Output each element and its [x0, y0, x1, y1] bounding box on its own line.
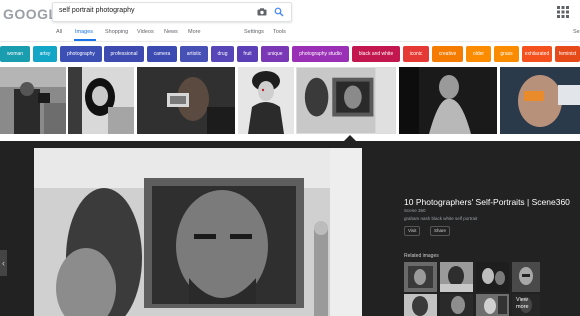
chip-exhilarated[interactable]: exhilarated [522, 46, 552, 62]
camera-icon[interactable] [257, 8, 267, 16]
chip-camera[interactable]: camera [147, 46, 177, 62]
google-image-results: GOOGLE self portrait photography All Ima… [0, 0, 580, 316]
chip-grass[interactable]: grass [494, 46, 519, 62]
chip-photography-studio[interactable]: photography studio [292, 46, 349, 62]
search-box[interactable]: self portrait photography [52, 2, 292, 22]
share-button[interactable]: Share [430, 226, 451, 236]
related-photo [404, 262, 437, 292]
chevron-left-icon[interactable]: ‹ [0, 250, 7, 276]
tab-images[interactable]: Images [75, 29, 93, 35]
tab-settings[interactable]: Settings [244, 29, 264, 35]
chip-feminist[interactable]: feminist [555, 46, 580, 62]
chip-photography[interactable]: photography [60, 46, 102, 62]
related-photo [476, 294, 509, 316]
tab-shopping[interactable]: Shopping [105, 29, 128, 35]
chip-creative[interactable]: creative [432, 46, 463, 62]
chip-woman[interactable]: woman [0, 46, 30, 62]
related-photo [512, 262, 540, 292]
result-thumbnail[interactable] [238, 67, 294, 134]
visit-button[interactable]: Visit [404, 226, 421, 236]
related-image[interactable] [476, 294, 509, 316]
chip-drug[interactable]: drug [211, 46, 234, 62]
chip-black-and-white[interactable]: black and white [352, 46, 400, 62]
related-photo [476, 262, 509, 292]
chip-fruit[interactable]: fruit [237, 46, 258, 62]
chip-artistic[interactable]: artistic [180, 46, 208, 62]
active-tab-indicator [74, 39, 96, 41]
result-title[interactable]: 10 Photographers' Self-Portraits | Scene… [404, 197, 570, 207]
related-image[interactable] [404, 294, 437, 316]
tab-more[interactable]: More [188, 29, 201, 35]
related-search-chips: woman artsy photography professional cam… [0, 46, 580, 62]
chip-artsy[interactable]: artsy [33, 46, 57, 62]
related-image[interactable] [512, 262, 540, 292]
related-image[interactable] [404, 262, 437, 292]
photo-thumbnail [238, 67, 294, 134]
photo-thumbnail [68, 67, 134, 134]
related-image[interactable] [440, 262, 473, 292]
chip-iconic[interactable]: iconic [403, 46, 429, 62]
visit-label: Visit [408, 228, 417, 233]
tab-all[interactable]: All [56, 29, 62, 35]
preview-photo [34, 148, 362, 316]
tab-safesearch-edge[interactable]: Se [573, 29, 580, 35]
photo-thumbnail [0, 67, 66, 134]
related-image[interactable] [476, 262, 509, 292]
result-thumbnail[interactable] [0, 67, 66, 134]
photo-thumbnail [500, 67, 580, 134]
related-photo [440, 294, 473, 316]
tab-videos[interactable]: Videos [137, 29, 154, 35]
related-photo [404, 294, 437, 316]
result-source[interactable]: Scene 360 [404, 208, 426, 213]
search-input[interactable]: self portrait photography [59, 7, 135, 14]
result-thumbnail[interactable] [68, 67, 134, 134]
chip-unique[interactable]: unique [261, 46, 289, 62]
search-tabs: All Images Shopping Videos News More Set… [0, 24, 580, 42]
apps-grid-icon[interactable] [557, 6, 569, 18]
photo-thumbnail [137, 67, 235, 134]
result-thumbnail[interactable] [399, 67, 497, 134]
preview-image[interactable] [34, 148, 362, 316]
related-image[interactable] [440, 294, 473, 316]
chip-professional[interactable]: professional [104, 46, 144, 62]
tab-tools[interactable]: Tools [273, 29, 286, 35]
chip-older[interactable]: older [466, 46, 491, 62]
related-photo [440, 262, 473, 292]
related-images-heading: Related images [404, 253, 439, 259]
result-description: graham nash black white self portrait [404, 216, 478, 221]
photo-thumbnail [399, 67, 497, 134]
result-thumbnail-selected[interactable] [296, 67, 396, 134]
result-thumbnail[interactable] [500, 67, 580, 134]
tab-news[interactable]: News [164, 29, 178, 35]
search-icon[interactable] [274, 7, 284, 17]
photo-thumbnail [297, 68, 395, 133]
share-label: Share [434, 228, 447, 233]
result-thumbnail[interactable] [137, 67, 235, 134]
view-more-button[interactable]: View more [512, 294, 540, 316]
